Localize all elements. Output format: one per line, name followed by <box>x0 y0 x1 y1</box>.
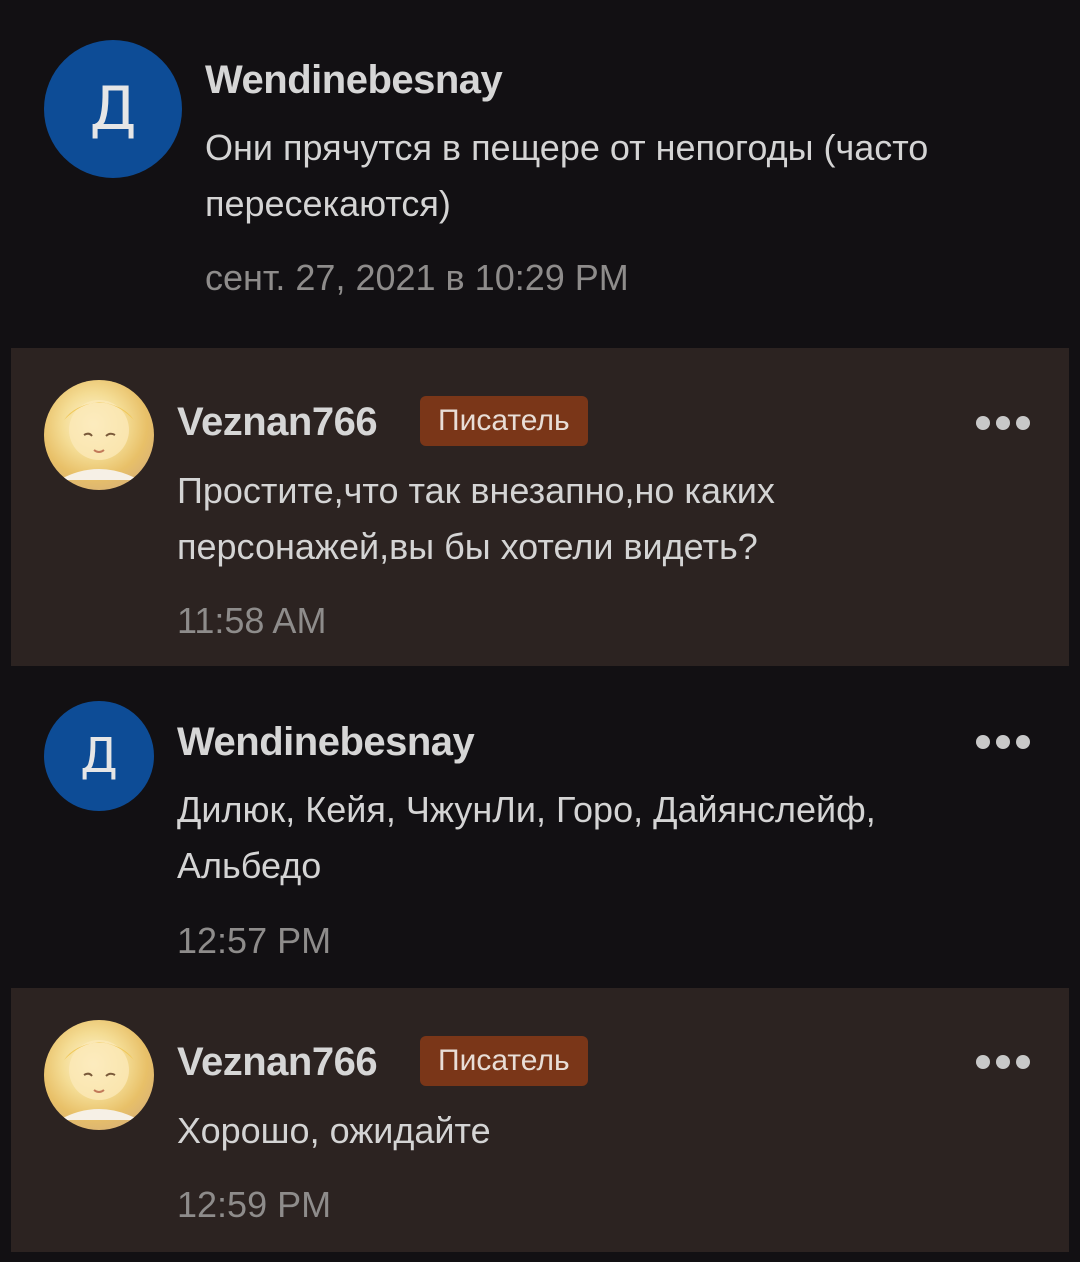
role-badge: Писатель <box>420 1036 588 1086</box>
comment-thread: Д Wendinebesnay Они прячутся в пещере от… <box>0 0 1080 1262</box>
comment-item: Д Wendinebesnay Они прячутся в пещере от… <box>0 0 1080 340</box>
more-dots-icon[interactable] <box>976 416 1030 430</box>
avatar[interactable] <box>44 1020 154 1130</box>
comment-username[interactable]: Wendinebesnay <box>177 720 475 765</box>
comment-highlight-background <box>11 988 1069 1252</box>
anime-character-avatar-icon <box>59 1040 139 1120</box>
comment-text: Дилюк, Кейя, ЧжунЛи, Горо, Дайянслейф, А… <box>177 789 876 886</box>
role-badge: Писатель <box>420 396 588 446</box>
comment-item: Д Wendinebesnay Дилюк, Кейя, ЧжунЛи, Гор… <box>0 666 1080 988</box>
comment-text: Они прячутся в пещере от непогоды (часто… <box>205 127 929 224</box>
comment-username[interactable]: Wendinebesnay <box>205 58 503 103</box>
avatar[interactable]: Д <box>44 40 182 178</box>
avatar-letter: Д <box>80 728 118 784</box>
more-dots-icon[interactable] <box>976 735 1030 749</box>
comment-text: Простите,что так внезапно,но каких персо… <box>177 470 775 567</box>
comment-timestamp: 12:59 PM <box>177 1184 332 1225</box>
comment-timestamp: 11:58 AM <box>177 600 327 641</box>
comment-timestamp: сент. 27, 2021 в 10:29 PM <box>205 257 629 298</box>
more-dots-icon[interactable] <box>976 1055 1030 1069</box>
avatar[interactable] <box>44 380 154 490</box>
comment-username[interactable]: Veznan766 <box>177 400 378 445</box>
anime-character-avatar-icon <box>59 400 139 480</box>
comment-username[interactable]: Veznan766 <box>177 1040 378 1085</box>
comment-timestamp: 12:57 PM <box>177 920 332 961</box>
comment-item: Veznan766 Писатель Хорошо, ожидайте 12:5… <box>0 988 1080 1252</box>
comment-item: Veznan766 Писатель Простите,что так внез… <box>0 348 1080 666</box>
avatar-letter: Д <box>89 74 137 144</box>
avatar[interactable]: Д <box>44 701 154 811</box>
comment-text: Хорошо, ожидайте <box>177 1110 491 1151</box>
